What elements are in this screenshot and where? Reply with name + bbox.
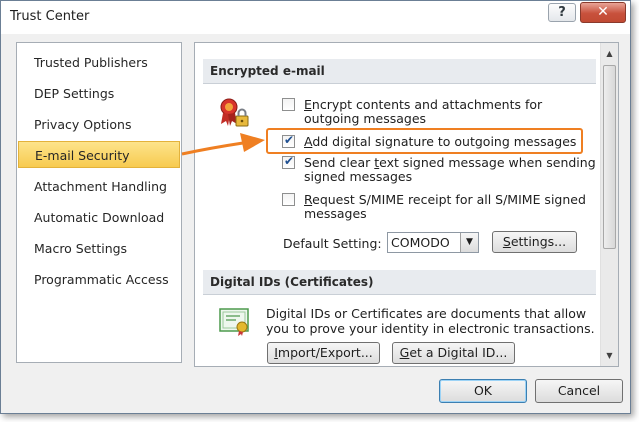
nav-item-trusted-publishers[interactable]: Trusted Publishers xyxy=(18,49,180,76)
nav-item-automatic-download[interactable]: Automatic Download xyxy=(18,204,180,231)
digital-ids-header: Digital IDs (Certificates) xyxy=(203,270,596,295)
window-title: Trust Center xyxy=(10,9,90,24)
encrypt-contents-label-line2: outgoing messages xyxy=(304,111,427,126)
encrypt-contents-checkbox[interactable] xyxy=(282,98,295,111)
send-clear-text-label-line2: signed messages xyxy=(304,169,413,184)
request-smime-label-line1: Request S/MIME receipt for all S/MIME si… xyxy=(304,192,586,207)
settings-panel: Encrypted e-mail Encrypt contents and at… xyxy=(194,42,619,367)
chevron-down-icon[interactable]: ▼ xyxy=(460,233,478,252)
send-clear-text-checkbox[interactable] xyxy=(282,154,295,169)
nav-item-attachment-handling[interactable]: Attachment Handling xyxy=(18,173,180,200)
ok-button[interactable]: OK xyxy=(439,379,527,403)
digital-ids-description-line1: Digital IDs or Certificates are document… xyxy=(266,306,587,321)
certificate-lock-icon xyxy=(220,98,249,127)
encrypted-email-header: Encrypted e-mail xyxy=(203,59,596,84)
add-digital-signature-checkbox[interactable] xyxy=(282,133,295,148)
content-scrollbar[interactable]: ▲ ▼ xyxy=(600,43,618,366)
settings-button[interactable]: Settings... xyxy=(492,231,577,253)
close-button[interactable]: ✕ xyxy=(580,2,626,23)
add-digital-signature-label: Add digital signature to outgoing messag… xyxy=(304,134,577,149)
import-export-button[interactable]: Import/Export... xyxy=(267,342,380,364)
trust-center-dialog: Trust Center ? ✕ Trusted Publishers DEP … xyxy=(0,0,631,414)
nav-item-privacy-options[interactable]: Privacy Options xyxy=(18,111,180,138)
request-smime-checkbox[interactable] xyxy=(282,193,295,206)
category-list: Trusted Publishers DEP Settings Privacy … xyxy=(16,42,182,363)
help-button[interactable]: ? xyxy=(548,3,576,22)
nav-item-dep-settings[interactable]: DEP Settings xyxy=(18,80,180,107)
nav-item-email-security[interactable]: E-mail Security xyxy=(18,141,180,168)
certificate-document-icon xyxy=(219,308,249,336)
default-setting-value: COMODO xyxy=(391,235,450,250)
get-digital-id-button[interactable]: Get a Digital ID... xyxy=(392,342,515,364)
scroll-thumb[interactable] xyxy=(603,65,616,249)
scroll-down-icon[interactable]: ▼ xyxy=(601,347,618,364)
request-smime-label-line2: messages xyxy=(304,206,367,221)
encrypt-contents-label-line1: Encrypt contents and attachments for xyxy=(304,97,543,112)
default-setting-label: Default Setting: xyxy=(283,236,382,251)
default-setting-select[interactable]: COMODO ▼ xyxy=(387,232,479,253)
scroll-up-icon[interactable]: ▲ xyxy=(601,45,618,62)
send-clear-text-label-line1: Send clear text signed message when send… xyxy=(304,155,596,170)
nav-item-programmatic-access[interactable]: Programmatic Access xyxy=(18,266,180,293)
title-bar[interactable]: Trust Center ? ✕ xyxy=(1,1,630,34)
digital-ids-description-line2: you to prove your identity in electronic… xyxy=(266,321,595,336)
nav-item-macro-settings[interactable]: Macro Settings xyxy=(18,235,180,262)
cancel-button[interactable]: Cancel xyxy=(535,379,623,403)
